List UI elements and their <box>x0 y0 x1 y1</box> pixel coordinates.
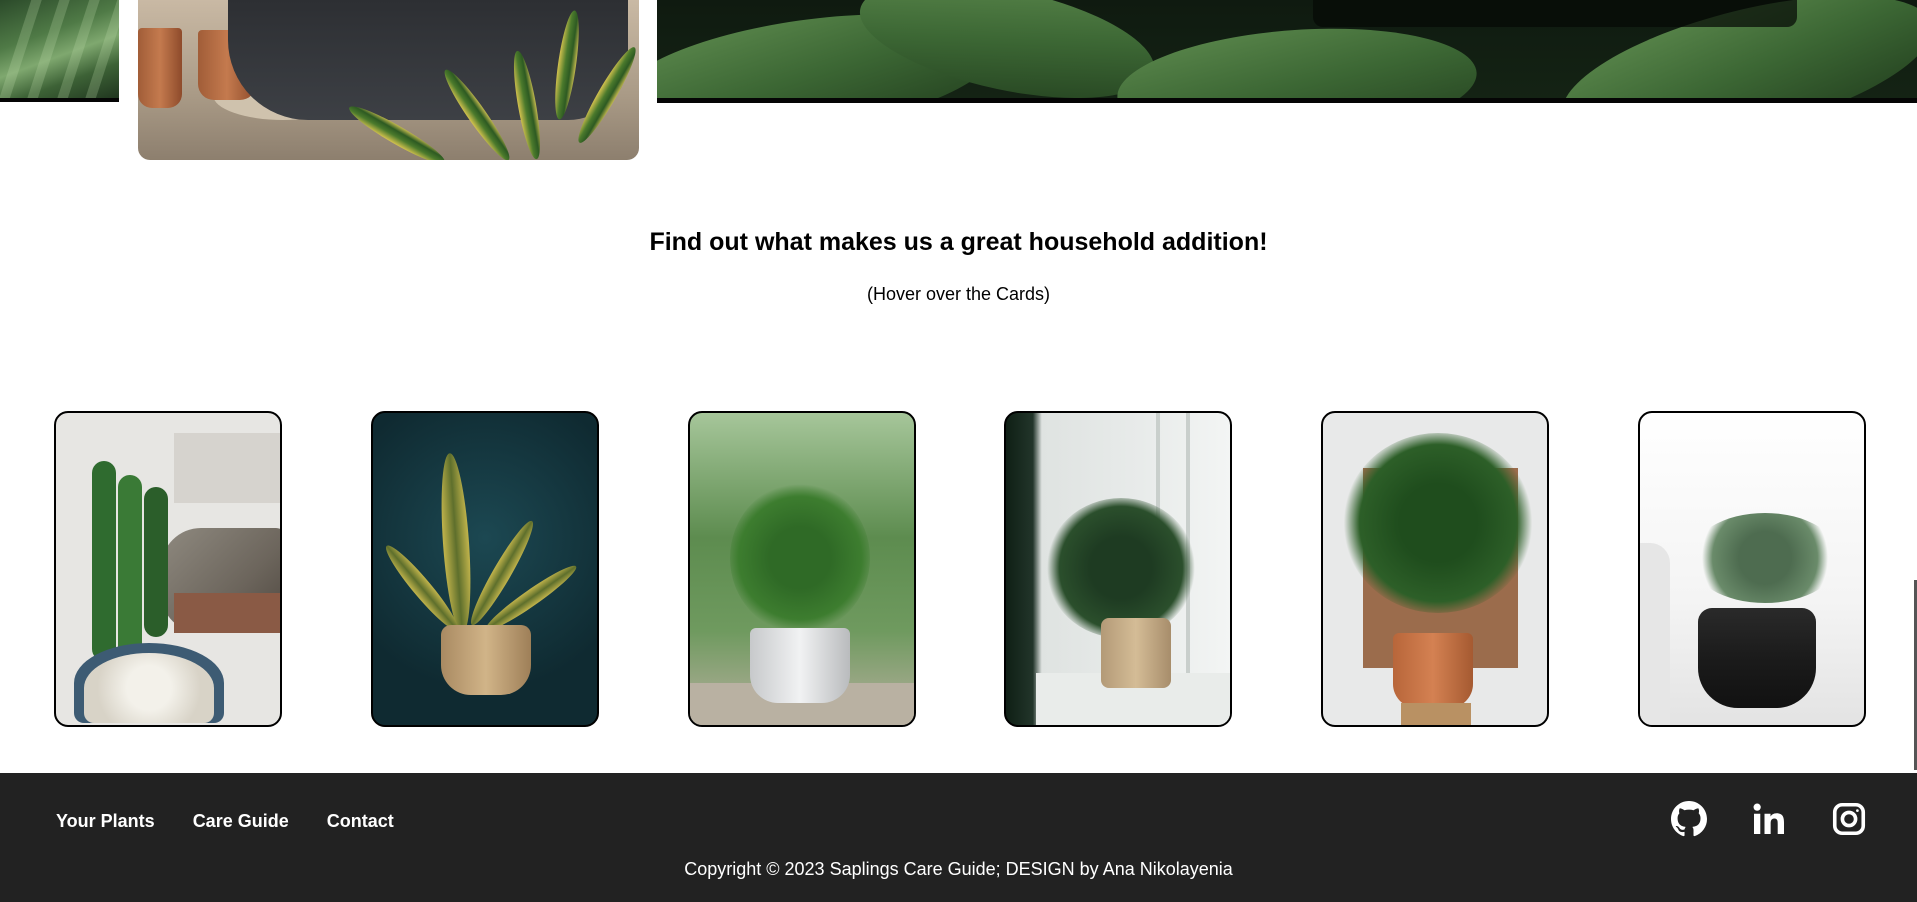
footer-link-care-guide[interactable]: Care Guide <box>193 811 289 832</box>
monstera-window-card[interactable] <box>1004 411 1232 727</box>
zz-plant-card[interactable] <box>688 411 916 727</box>
fiddle-leaf-card[interactable] <box>1321 411 1549 727</box>
footer-link-contact[interactable]: Contact <box>327 811 394 832</box>
succulent-black-pot-card[interactable] <box>1638 411 1866 727</box>
hero-image-left <box>0 0 119 102</box>
site-footer: Your Plants Care Guide Contact Copyright… <box>0 773 1917 902</box>
footer-nav: Your Plants Care Guide Contact <box>56 811 394 832</box>
section-title: Find out what makes us a great household… <box>649 228 1268 256</box>
instagram-icon[interactable] <box>1831 801 1867 837</box>
section-hint: (Hover over the Cards) <box>866 284 1051 304</box>
footer-link-your-plants[interactable]: Your Plants <box>56 811 155 832</box>
cactus-cat-card[interactable] <box>54 411 282 727</box>
hero-image-right <box>657 0 1917 103</box>
github-icon[interactable] <box>1671 801 1707 837</box>
copyright-text: Copyright © 2023 Saplings Care Guide; DE… <box>684 859 1233 879</box>
hero-image-center <box>138 0 639 160</box>
linkedin-icon[interactable] <box>1751 801 1787 837</box>
snake-plant-card[interactable] <box>371 411 599 727</box>
social-links <box>1671 801 1867 837</box>
